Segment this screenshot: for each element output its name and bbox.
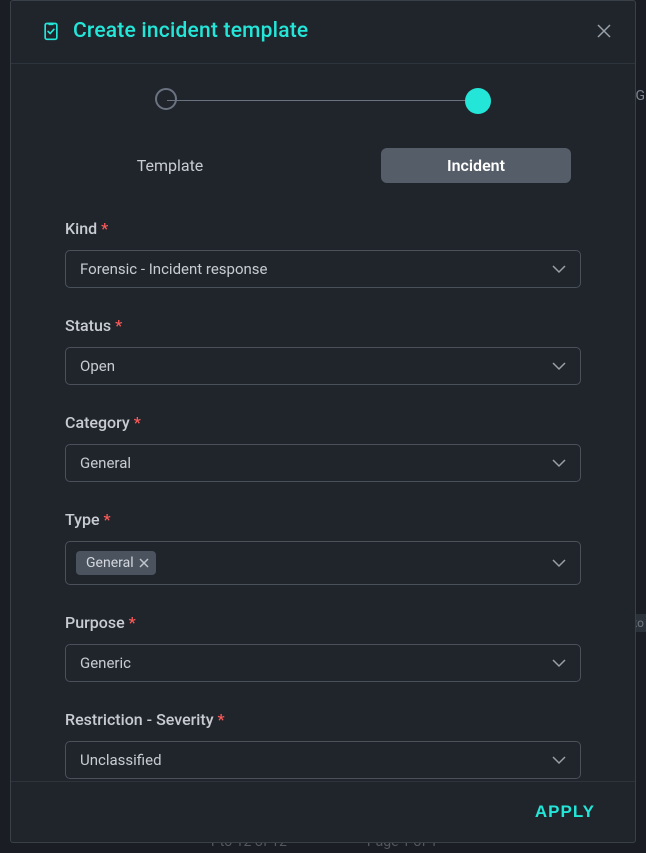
modal-body: Template Incident Kind * Forensic - Inci… bbox=[11, 64, 635, 781]
chevron-down-icon bbox=[552, 361, 566, 371]
label-type-text: Type bbox=[65, 510, 100, 529]
chevron-down-icon bbox=[552, 558, 566, 568]
select-status[interactable]: Open bbox=[65, 347, 581, 385]
label-category-text: Category bbox=[65, 413, 130, 432]
chevron-down-icon bbox=[552, 458, 566, 468]
label-kind-text: Kind bbox=[65, 219, 97, 238]
select-restriction-value: Unclassified bbox=[80, 751, 540, 769]
select-category[interactable]: General bbox=[65, 444, 581, 482]
label-type: Type * bbox=[65, 510, 581, 529]
required-asterisk: * bbox=[218, 710, 225, 729]
apply-button[interactable]: APPLY bbox=[535, 802, 595, 822]
label-restriction: Restriction - Severity * bbox=[65, 710, 581, 729]
field-type: Type * General bbox=[65, 510, 581, 585]
required-asterisk: * bbox=[101, 219, 108, 238]
step-label-incident[interactable]: Incident bbox=[381, 148, 571, 183]
select-purpose[interactable]: Generic bbox=[65, 644, 581, 682]
chevron-down-icon bbox=[552, 658, 566, 668]
create-incident-template-modal: Create incident template Template Incide… bbox=[10, 0, 636, 843]
label-status-text: Status bbox=[65, 316, 111, 335]
step-labels: Template Incident bbox=[65, 148, 581, 183]
select-kind-value: Forensic - Incident response bbox=[80, 260, 540, 278]
stepper bbox=[65, 88, 581, 114]
select-restriction[interactable]: Unclassified bbox=[65, 741, 581, 779]
chevron-down-icon bbox=[552, 264, 566, 274]
select-purpose-value: Generic bbox=[80, 654, 540, 672]
label-kind: Kind * bbox=[65, 219, 581, 238]
close-icon bbox=[596, 23, 612, 39]
select-category-value: General bbox=[80, 454, 540, 472]
label-status: Status * bbox=[65, 316, 581, 335]
field-category: Category * General bbox=[65, 413, 581, 482]
required-asterisk: * bbox=[129, 613, 136, 632]
clipboard-check-icon bbox=[41, 20, 61, 42]
step-label-template[interactable]: Template bbox=[75, 148, 265, 183]
label-purpose-text: Purpose bbox=[65, 613, 125, 632]
modal-header: Create incident template bbox=[11, 1, 635, 64]
label-purpose: Purpose * bbox=[65, 613, 581, 632]
select-status-value: Open bbox=[80, 357, 540, 375]
label-restriction-text: Restriction - Severity bbox=[65, 710, 214, 729]
required-asterisk: * bbox=[115, 316, 122, 335]
select-type[interactable]: General bbox=[65, 541, 581, 585]
close-button[interactable] bbox=[595, 22, 613, 40]
label-category: Category * bbox=[65, 413, 581, 432]
field-restriction: Restriction - Severity * Unclassified bbox=[65, 710, 581, 779]
field-status: Status * Open bbox=[65, 316, 581, 385]
field-purpose: Purpose * Generic bbox=[65, 613, 581, 682]
chevron-down-icon bbox=[552, 755, 566, 765]
modal-title-wrap: Create incident template bbox=[41, 19, 308, 43]
required-asterisk: * bbox=[104, 510, 111, 529]
modal-footer: APPLY bbox=[11, 781, 635, 842]
required-asterisk: * bbox=[134, 413, 141, 432]
select-kind[interactable]: Forensic - Incident response bbox=[65, 250, 581, 288]
chip-type-general: General bbox=[76, 551, 156, 575]
step-node-template[interactable] bbox=[155, 88, 177, 110]
field-kind: Kind * Forensic - Incident response bbox=[65, 219, 581, 288]
chip-type-label: General bbox=[86, 555, 134, 571]
chip-remove-icon[interactable] bbox=[138, 557, 150, 569]
modal-title: Create incident template bbox=[73, 19, 308, 43]
step-node-incident[interactable] bbox=[465, 88, 491, 114]
